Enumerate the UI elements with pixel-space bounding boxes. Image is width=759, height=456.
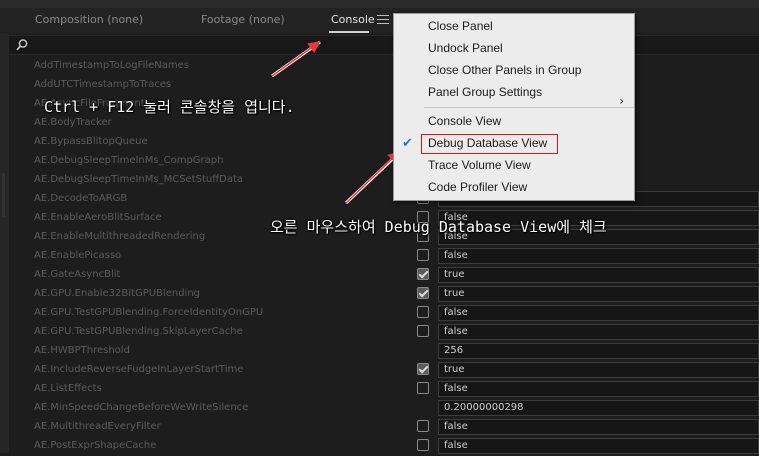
menu-item-close-panel[interactable]: Close Panel (428, 19, 493, 33)
menu-item-code-profiler-view[interactable]: Code Profiler View (428, 180, 527, 194)
arrow-to-console-tab (271, 41, 321, 77)
panel-context-menu: Close Panel Undock Panel Close Other Pan… (393, 13, 635, 201)
chevron-right-icon: › (619, 94, 624, 108)
menu-item-debug-database-view[interactable]: Debug Database View (428, 136, 547, 150)
menu-separator (424, 107, 634, 108)
annotation-open-console: Ctrl + F12 눌러 콘솔창을 엽니다. (44, 98, 295, 116)
menu-item-panel-group-settings[interactable]: Panel Group Settings (428, 85, 542, 99)
checkmark-icon: ✔ (402, 136, 413, 151)
menu-item-close-other-panels[interactable]: Close Other Panels in Group (428, 63, 581, 77)
menu-item-trace-volume-view[interactable]: Trace Volume View (428, 158, 531, 172)
annotation-check-debug-view: 오른 마우스하여 Debug Database View에 체크 (270, 218, 607, 236)
menu-item-console-view[interactable]: Console View (428, 114, 501, 128)
arrow-to-debug-view (345, 150, 401, 204)
menu-item-undock-panel[interactable]: Undock Panel (428, 41, 503, 55)
